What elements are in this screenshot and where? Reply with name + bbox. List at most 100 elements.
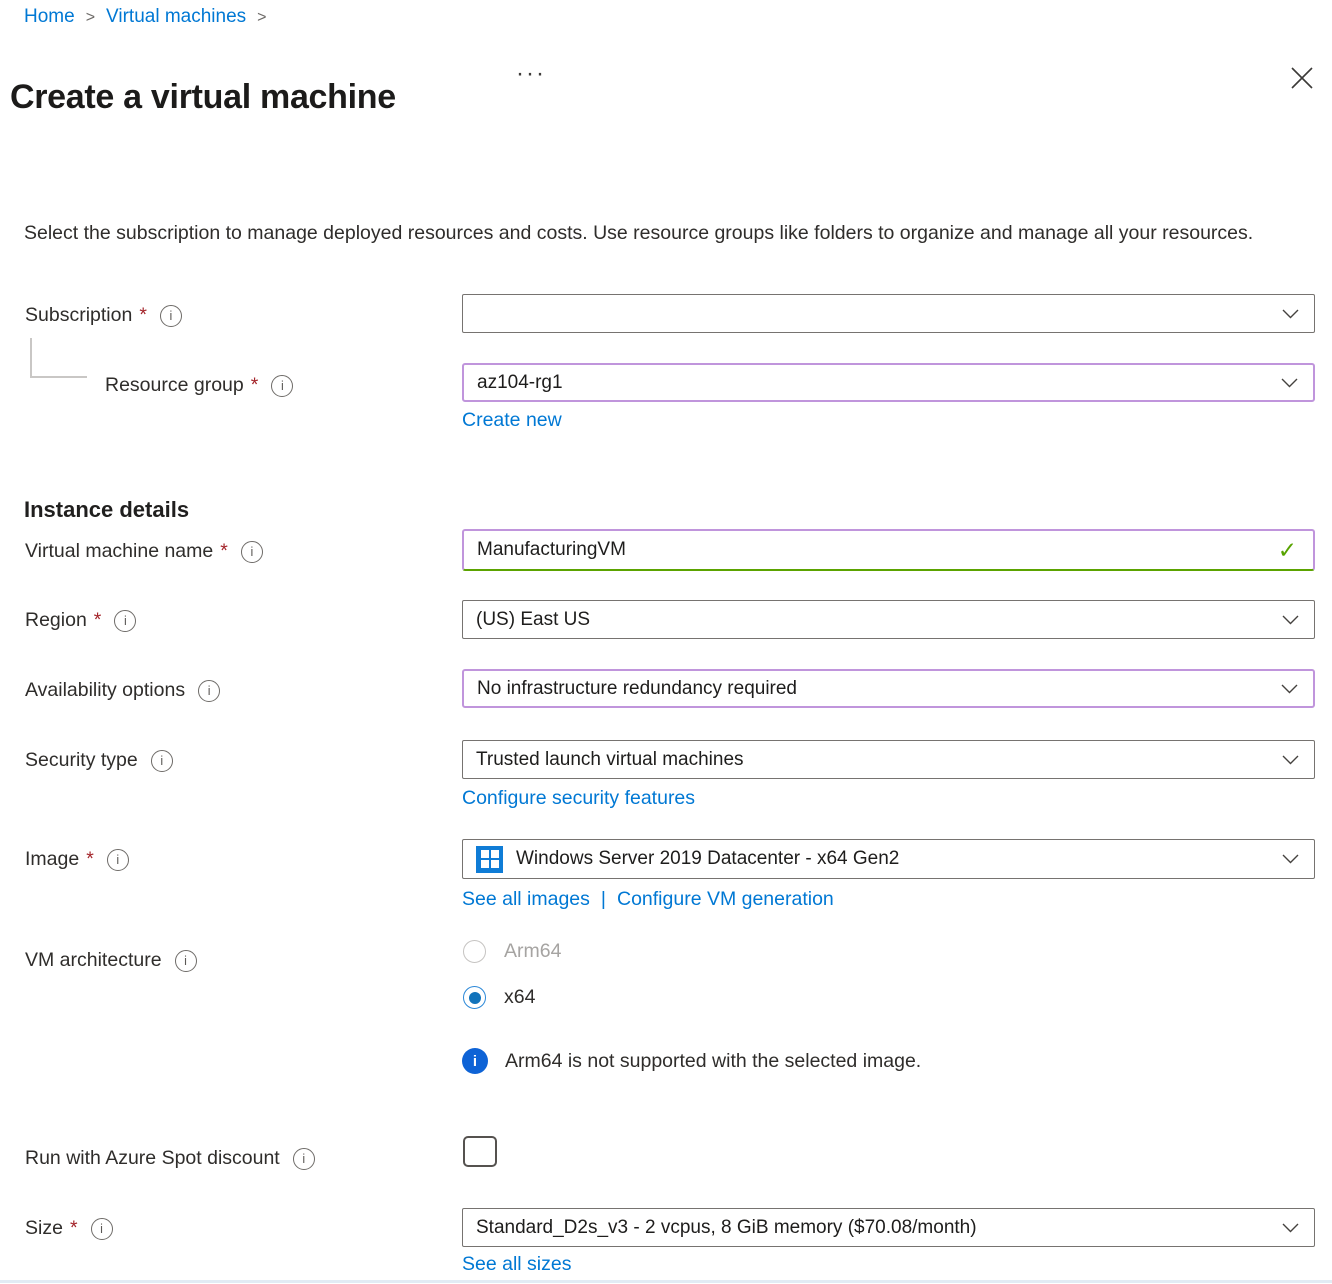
breadcrumb-home-link[interactable]: Home xyxy=(24,6,75,28)
size-label: Size * i xyxy=(25,1217,113,1240)
breadcrumb-separator-icon: > xyxy=(86,9,95,27)
breadcrumb: Home > Virtual machines > xyxy=(24,6,266,28)
label-text: Subscription xyxy=(25,304,132,327)
vm-name-label: Virtual machine name * i xyxy=(25,540,263,563)
label-text: Run with Azure Spot discount xyxy=(25,1147,280,1170)
security-type-value: Trusted launch virtual machines xyxy=(476,749,744,771)
vm-name-input[interactable] xyxy=(477,539,1270,561)
windows-logo-icon xyxy=(476,846,503,873)
vm-name-field: ✓ xyxy=(462,529,1315,571)
info-glyph: i xyxy=(184,954,187,968)
intro-text: Select the subscription to manage deploy… xyxy=(24,218,1300,249)
radio-unselected-icon xyxy=(463,940,486,963)
image-label: Image * i xyxy=(25,848,129,871)
label-text: Size xyxy=(25,1217,63,1240)
info-icon[interactable]: i xyxy=(151,750,173,772)
page-title: Create a virtual machine xyxy=(10,78,396,117)
required-asterisk: * xyxy=(220,540,228,563)
label-text: Virtual machine name xyxy=(25,540,213,563)
info-glyph: i xyxy=(116,853,119,867)
size-value: Standard_D2s_v3 - 2 vcpus, 8 GiB memory … xyxy=(476,1217,977,1239)
label-text: Region xyxy=(25,609,87,632)
info-glyph: i xyxy=(281,379,284,393)
radio-label: Arm64 xyxy=(504,940,561,963)
size-dropdown[interactable]: Standard_D2s_v3 - 2 vcpus, 8 GiB memory … xyxy=(462,1208,1315,1247)
see-all-images-link[interactable]: See all images xyxy=(462,888,590,911)
required-asterisk: * xyxy=(86,848,94,871)
chevron-down-icon xyxy=(1282,755,1299,765)
vm-architecture-option-arm64: Arm64 xyxy=(463,940,561,963)
label-text: Resource group xyxy=(105,374,244,397)
required-asterisk: * xyxy=(94,609,102,632)
image-links-row: See all images | Configure VM generation xyxy=(462,888,834,911)
chevron-down-icon xyxy=(1281,684,1298,694)
info-glyph: i xyxy=(170,309,173,323)
region-label: Region * i xyxy=(25,609,136,632)
info-icon[interactable]: i xyxy=(114,610,136,632)
required-asterisk: * xyxy=(139,304,147,327)
footer-divider xyxy=(0,1280,1332,1283)
info-icon[interactable]: i xyxy=(91,1218,113,1240)
label-text: Image xyxy=(25,848,79,871)
info-glyph: i xyxy=(124,614,127,628)
region-dropdown[interactable]: (US) East US xyxy=(462,600,1315,639)
chevron-down-icon xyxy=(1282,1223,1299,1233)
info-glyph: i xyxy=(208,684,211,698)
subscription-label: Subscription * i xyxy=(25,304,182,327)
azure-spot-checkbox[interactable] xyxy=(463,1136,497,1167)
availability-options-dropdown[interactable]: No infrastructure redundancy required xyxy=(462,669,1315,708)
availability-options-label: Availability options i xyxy=(25,679,220,702)
chevron-down-icon xyxy=(1282,615,1299,625)
label-text: VM architecture xyxy=(25,949,162,972)
hierarchy-connector-vertical xyxy=(30,338,32,378)
chevron-down-icon xyxy=(1282,309,1299,319)
info-glyph: i xyxy=(302,1152,305,1166)
label-text: Availability options xyxy=(25,679,185,702)
hierarchy-connector-horizontal xyxy=(30,376,87,378)
close-icon[interactable] xyxy=(1288,64,1316,92)
info-icon[interactable]: i xyxy=(271,375,293,397)
arm64-info-note: i Arm64 is not supported with the select… xyxy=(462,1048,921,1074)
vm-architecture-label: VM architecture i xyxy=(25,949,197,972)
radio-selected-icon xyxy=(463,986,486,1009)
info-icon[interactable]: i xyxy=(198,680,220,702)
create-vm-blade: Home > Virtual machines > Create a virtu… xyxy=(0,0,1332,1284)
azure-spot-label: Run with Azure Spot discount i xyxy=(25,1147,315,1170)
info-icon[interactable]: i xyxy=(293,1148,315,1170)
security-type-dropdown[interactable]: Trusted launch virtual machines xyxy=(462,740,1315,779)
label-text: Security type xyxy=(25,749,138,772)
resource-group-dropdown[interactable]: az104-rg1 xyxy=(462,363,1315,402)
security-type-label: Security type i xyxy=(25,749,173,772)
radio-label: x64 xyxy=(504,986,535,1009)
chevron-down-icon xyxy=(1282,854,1299,864)
info-filled-icon: i xyxy=(462,1048,488,1074)
configure-security-features-link[interactable]: Configure security features xyxy=(462,787,695,810)
info-icon[interactable]: i xyxy=(160,305,182,327)
chevron-down-icon xyxy=(1281,378,1298,388)
valid-checkmark-icon: ✓ xyxy=(1278,537,1297,564)
info-glyph: i xyxy=(100,1222,103,1236)
image-dropdown[interactable]: Windows Server 2019 Datacenter - x64 Gen… xyxy=(462,839,1315,879)
info-icon[interactable]: i xyxy=(175,950,197,972)
availability-options-value: No infrastructure redundancy required xyxy=(477,678,797,700)
region-value: (US) East US xyxy=(476,609,590,631)
resource-group-label: Resource group * i xyxy=(105,374,293,397)
required-asterisk: * xyxy=(251,374,259,397)
resource-group-value: az104-rg1 xyxy=(477,372,563,394)
configure-vm-generation-link[interactable]: Configure VM generation xyxy=(617,888,834,911)
info-icon[interactable]: i xyxy=(241,541,263,563)
info-icon[interactable]: i xyxy=(107,849,129,871)
subscription-dropdown[interactable] xyxy=(462,294,1315,333)
info-glyph: i xyxy=(250,545,253,559)
see-all-sizes-link[interactable]: See all sizes xyxy=(462,1253,571,1276)
info-glyph: i xyxy=(160,754,163,768)
breadcrumb-virtual-machines-link[interactable]: Virtual machines xyxy=(106,6,246,28)
note-text: Arm64 is not supported with the selected… xyxy=(505,1050,921,1073)
more-actions-ellipsis-icon[interactable]: ··· xyxy=(516,60,546,88)
vm-architecture-option-x64[interactable]: x64 xyxy=(463,986,535,1009)
image-value: Windows Server 2019 Datacenter - x64 Gen… xyxy=(516,848,899,870)
create-new-link[interactable]: Create new xyxy=(462,409,562,432)
instance-details-heading: Instance details xyxy=(24,497,189,523)
required-asterisk: * xyxy=(70,1217,78,1240)
breadcrumb-separator-icon: > xyxy=(257,9,266,27)
